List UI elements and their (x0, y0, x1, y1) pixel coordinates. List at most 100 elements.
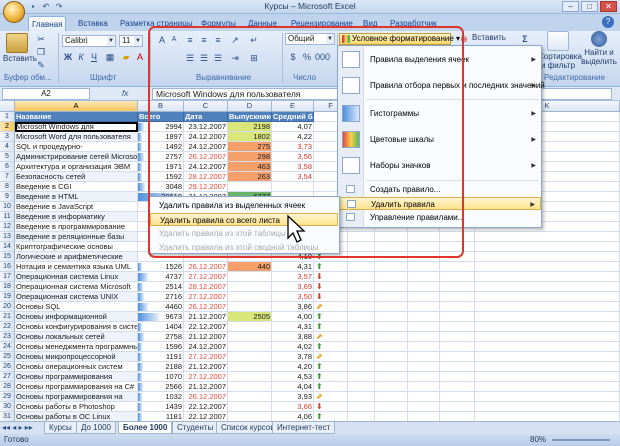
table-cell[interactable]: 21.12.2007 (184, 362, 228, 372)
empty-cell[interactable] (408, 282, 440, 292)
empty-cell[interactable] (408, 242, 440, 252)
table-cell[interactable]: Логические и арифметические (15, 252, 138, 262)
empty-cell[interactable] (375, 382, 408, 392)
table-cell[interactable]: 2505 (228, 312, 272, 322)
column-header-d[interactable]: D (228, 101, 272, 112)
empty-cell[interactable] (475, 302, 620, 312)
empty-cell[interactable] (408, 322, 440, 332)
empty-cell[interactable] (408, 312, 440, 322)
table-cell[interactable]: 4,00 (272, 312, 314, 322)
table-cell[interactable]: 3,66 (272, 402, 314, 412)
table-cell[interactable]: 21.12.2007 (184, 312, 228, 322)
menu-item-icon-sets[interactable]: Наборы значков ▶ (338, 154, 541, 178)
sheet-tab[interactable]: Интернет-тест (272, 422, 336, 434)
table-cell[interactable]: 27.12.2007 (184, 272, 228, 282)
table-cell[interactable] (228, 362, 272, 372)
empty-cell[interactable] (348, 352, 375, 362)
percent-icon[interactable]: % (301, 51, 313, 63)
empty-cell[interactable] (408, 292, 440, 302)
table-cell[interactable]: 1032 (138, 392, 184, 402)
empty-cell[interactable] (440, 322, 475, 332)
empty-cell[interactable] (348, 382, 375, 392)
italic-icon[interactable]: К (75, 51, 87, 63)
row-header[interactable]: 9 (0, 192, 15, 202)
row-header[interactable]: 6 (0, 162, 15, 172)
row-header[interactable]: 27 (0, 372, 15, 382)
table-cell[interactable]: 2566 (138, 382, 184, 392)
menu-item-new-rule[interactable]: Создать правило... (338, 183, 541, 196)
table-cell[interactable]: Криптографические основы (15, 242, 138, 252)
table-cell[interactable]: Администрирование сетей Microsoft (15, 152, 138, 162)
table-cell[interactable]: Основы менеджмента программных (15, 342, 138, 352)
table-cell[interactable]: Введение в информатику (15, 212, 138, 222)
empty-cell[interactable] (348, 412, 375, 421)
row-header[interactable]: 8 (0, 182, 15, 192)
table-cell[interactable]: ⬇ (314, 402, 348, 412)
table-cell[interactable]: 263 (228, 172, 272, 182)
table-cell[interactable]: Основы операционных систем (15, 362, 138, 372)
row-header[interactable]: 1 (0, 112, 15, 122)
table-cell[interactable]: 3,69 (272, 282, 314, 292)
table-cell[interactable]: 26.12.2007 (184, 152, 228, 162)
table-cell[interactable] (228, 382, 272, 392)
table-cell[interactable]: 4,06 (272, 412, 314, 421)
table-cell[interactable]: ⬇ (314, 272, 348, 282)
row-header[interactable]: 21 (0, 312, 15, 322)
underline-icon[interactable]: Ч (88, 51, 100, 63)
header-cell[interactable]: Средний балл (272, 112, 314, 122)
empty-cell[interactable] (440, 292, 475, 302)
sheet-tab[interactable]: Более 1000 (118, 422, 173, 434)
table-cell[interactable]: 4,31 (272, 262, 314, 272)
empty-cell[interactable] (375, 372, 408, 382)
empty-cell[interactable] (375, 412, 408, 421)
bold-icon[interactable]: Ж (62, 51, 74, 63)
table-cell[interactable]: Основы информационной (15, 312, 138, 322)
table-cell[interactable]: 4,20 (272, 362, 314, 372)
empty-cell[interactable] (375, 292, 408, 302)
row-header[interactable]: 12 (0, 222, 15, 232)
empty-cell[interactable] (408, 362, 440, 372)
thousands-icon[interactable]: 000 (315, 51, 330, 63)
empty-cell[interactable] (475, 292, 620, 302)
table-cell[interactable]: 4,04 (272, 382, 314, 392)
empty-cell[interactable] (475, 332, 620, 342)
empty-cell[interactable] (408, 302, 440, 312)
table-cell[interactable]: 27.12.2007 (184, 292, 228, 302)
align-bottom-icon[interactable]: ≡ (212, 34, 224, 46)
empty-cell[interactable] (440, 332, 475, 342)
empty-cell[interactable] (475, 232, 620, 242)
table-cell[interactable]: Основы микропроцессорной (15, 352, 138, 362)
format-painter-icon[interactable]: ✎ (35, 59, 47, 71)
table-cell[interactable]: ⬈ (314, 392, 348, 402)
table-cell[interactable]: 1191 (138, 352, 184, 362)
table-cell[interactable]: ⬆ (314, 362, 348, 372)
table-cell[interactable]: 24.12.2007 (184, 342, 228, 352)
table-cell[interactable]: Введение в реляционные базы (15, 232, 138, 242)
table-cell[interactable]: 2758 (138, 332, 184, 342)
table-cell[interactable]: 298 (228, 152, 272, 162)
copy-icon[interactable]: ❐ (35, 46, 47, 58)
row-header[interactable]: 22 (0, 322, 15, 332)
table-cell[interactable]: 4737 (138, 272, 184, 282)
row-header[interactable]: 15 (0, 252, 15, 262)
table-cell[interactable] (228, 282, 272, 292)
merge-cells-icon[interactable]: ⊞ (248, 52, 260, 64)
menu-item-manage-rules[interactable]: Управление правилами... (338, 211, 541, 224)
table-cell[interactable]: Основы программирования на (15, 392, 138, 402)
increase-font-icon[interactable]: A (156, 34, 168, 46)
table-cell[interactable]: 27.12.2007 (184, 372, 228, 382)
table-cell[interactable]: 1526 (138, 262, 184, 272)
table-cell[interactable] (228, 412, 272, 421)
empty-cell[interactable] (375, 312, 408, 322)
table-cell[interactable]: SQL и процедурно- (15, 142, 138, 152)
menu-item-clear-rules-entire-sheet[interactable]: Удалить правила со всего листа (150, 213, 338, 226)
table-cell[interactable]: 3,86 (272, 302, 314, 312)
table-cell[interactable]: Microsoft Word для пользователя (15, 132, 138, 142)
table-cell[interactable]: 2188 (138, 362, 184, 372)
table-cell[interactable]: Введение в CGI (15, 182, 138, 192)
table-cell[interactable]: 22.12.2007 (184, 322, 228, 332)
table-cell[interactable]: 9673 (138, 312, 184, 322)
row-header[interactable]: 13 (0, 232, 15, 242)
table-cell[interactable]: ⬈ (314, 332, 348, 342)
table-cell[interactable] (228, 332, 272, 342)
